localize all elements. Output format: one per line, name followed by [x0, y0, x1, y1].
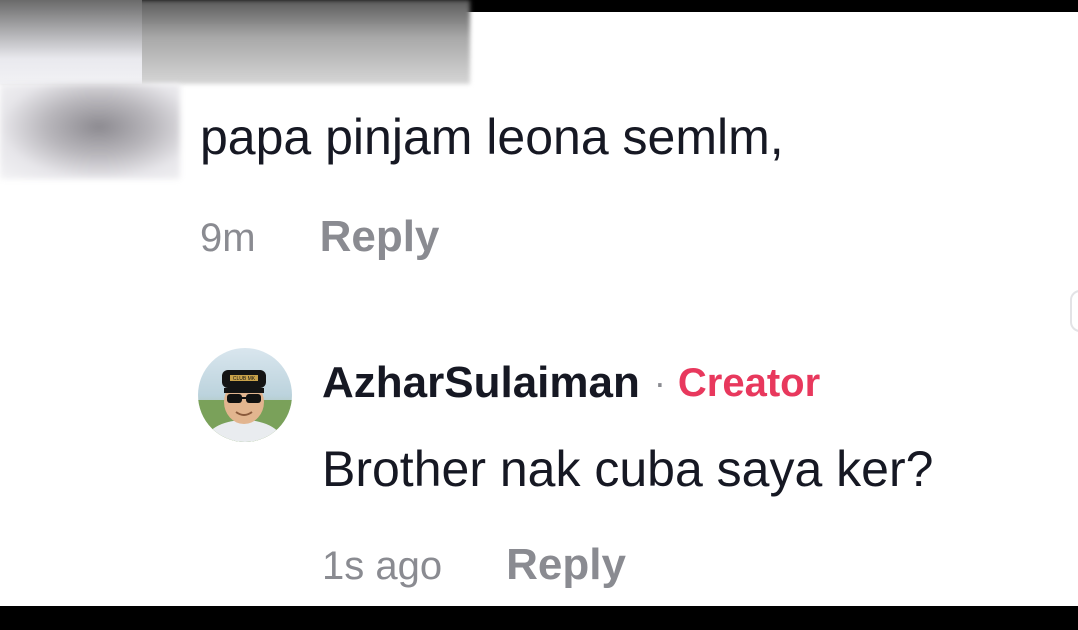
cap-text: CLUB MK — [233, 376, 256, 382]
creator-reply-button[interactable]: Reply — [506, 540, 626, 590]
creator-badge: Creator — [677, 360, 821, 405]
creator-avatar[interactable]: CLUB MK — [198, 348, 292, 442]
comment-reply-button[interactable]: Reply — [320, 212, 440, 262]
comment-text: papa pinjam leona semlm, — [200, 109, 784, 165]
scroll-indicator — [1070, 290, 1078, 332]
comment-timestamp: 9m — [200, 216, 256, 260]
creator-reply-header: AzharSulaiman · Creator — [322, 358, 820, 408]
creator-reply-meta-row: 1s ago Reply — [322, 540, 626, 590]
creator-reply-text: Brother nak cuba saya ker? — [322, 441, 934, 497]
comments-screen: papa pinjam leona semlm, 9m Reply CLUB M… — [0, 0, 1078, 630]
blurred-avatar — [0, 84, 180, 179]
separator-dot: · — [653, 362, 666, 403]
blurred-username-area-left — [0, 0, 142, 84]
creator-username[interactable]: AzharSulaiman — [322, 358, 640, 408]
bottom-edge — [0, 606, 1078, 630]
creator-reply-timestamp: 1s ago — [322, 544, 443, 588]
creator-avatar-image: CLUB MK — [198, 348, 292, 442]
comment-meta-row: 9m Reply — [200, 212, 439, 262]
